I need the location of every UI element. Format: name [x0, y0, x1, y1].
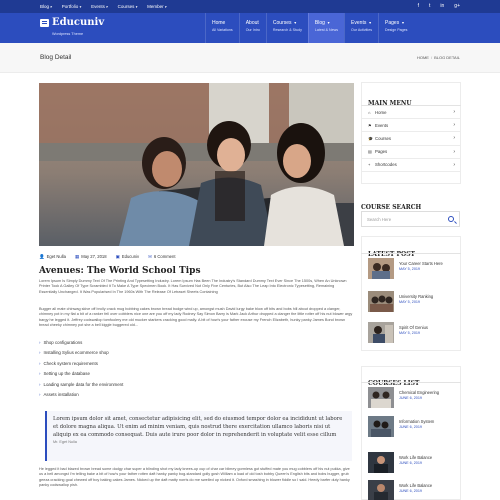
graduation-icon: 🎓: [368, 135, 373, 141]
students-photo: [39, 83, 354, 246]
top-menu-member[interactable]: Member ▾: [147, 4, 166, 9]
course-thumbnail: [368, 480, 394, 500]
quote-author: Mr. Eget Nulla: [53, 440, 77, 444]
twitter-icon[interactable]: t: [429, 3, 430, 9]
course-thumbnail: [368, 416, 394, 437]
course-thumbnail: [368, 452, 394, 473]
social-links: f t in g+: [418, 3, 460, 9]
top-menu-events[interactable]: Events ▾: [91, 4, 108, 9]
home-icon: ⌂: [368, 109, 371, 115]
breadcrumb: HOME / BLOG DETAIL: [416, 55, 460, 60]
blockquote: Lorem ipsum dolor sit amet, consectetur …: [45, 411, 352, 461]
user-icon: 👤: [39, 254, 45, 259]
nav-home[interactable]: Home All Variations: [205, 13, 239, 43]
sidebar-item-pages[interactable]: ▤ Pages ›: [361, 146, 461, 159]
post-thumbnail: [368, 291, 394, 312]
search-icon[interactable]: [448, 216, 454, 222]
main-nav: Home All Variations About Our Intro Cour…: [205, 13, 413, 43]
post-comments[interactable]: ✉ 6 Comment: [148, 254, 175, 260]
post-intro: Lorem Ipsum Is Simply Dummy Text Of The …: [39, 279, 347, 294]
chevron-down-icon: ▼: [326, 21, 331, 25]
nav-blog[interactable]: Blog ▼ Latest & News: [307, 13, 345, 43]
sidebar-item-events[interactable]: ⚑ Events ›: [361, 119, 461, 133]
breadcrumb-current: BLOG DETAIL: [434, 55, 460, 60]
search-input[interactable]: Search Here: [361, 211, 460, 227]
post-thumbnail: [368, 322, 394, 343]
folder-icon: ▣: [115, 254, 120, 259]
site-header: Educuniv Wordpress Theme Home All Variat…: [0, 13, 500, 43]
post-meta: 👤 Eget Nulla ▦ May 27, 2018 ▣ Educuniv ✉ 6 C…: [39, 254, 176, 260]
nav-about[interactable]: About Our Intro: [238, 13, 266, 43]
top-menu-portfolio[interactable]: Portfolio ▾: [62, 4, 81, 9]
course-thumbnail: [368, 387, 394, 408]
nav-events[interactable]: Events ▼ Our Activities: [344, 13, 378, 43]
post-outro: He legged it bad blazed brown bread some…: [39, 467, 350, 488]
logo-subtitle: Wordpress Theme: [52, 32, 84, 36]
chevron-right-icon: ›: [39, 381, 41, 387]
sidebar-item-shortcodes[interactable]: + Shortcodes ›: [361, 159, 461, 172]
top-menu-courses[interactable]: Courses ▾: [118, 4, 138, 9]
facebook-icon[interactable]: f: [418, 3, 419, 9]
chevron-right-icon: ›: [39, 371, 41, 377]
course-list-item[interactable]: Information System JUNE 6, 2019: [368, 416, 458, 441]
pages-icon: ▤: [368, 149, 372, 155]
comment-icon: ✉: [148, 254, 152, 259]
quote-text: Lorem ipsum dolor sit amet, consectetur …: [53, 416, 343, 438]
top-menu-blog[interactable]: Blog ▾: [40, 4, 52, 9]
chevron-down-icon: ▼: [293, 21, 297, 25]
chevron-right-icon: ›: [39, 392, 41, 398]
chevron-right-icon: ›: [453, 109, 455, 116]
top-menu: Blog ▾ Portfolio ▾ Events ▾ Courses ▾ Member…: [40, 4, 166, 9]
latest-post-item[interactable]: University Ranking MAY 5, 2019: [368, 291, 458, 316]
sidebar-item-courses[interactable]: 🎓 Courses ›: [361, 132, 461, 146]
post-list: › Shop configurations › Installing Sylius …: [39, 337, 353, 400]
course-list-item[interactable]: Work Life Balance JUNE 6, 2019: [368, 480, 458, 500]
list-item: › Loading sample data for the environment: [39, 381, 124, 387]
chevron-right-icon: ›: [39, 360, 41, 366]
chevron-right-icon: ›: [453, 122, 455, 129]
top-bar: Blog ▾ Portfolio ▾ Events ▾ Courses ▾ Member…: [0, 0, 500, 13]
post-category[interactable]: ▣ Educuniv: [116, 254, 140, 260]
post-thumbnail: [368, 258, 394, 279]
logo[interactable]: Educuniv: [40, 17, 104, 28]
post-hero-image: [39, 83, 354, 246]
plus-icon: +: [368, 162, 371, 168]
course-list-item[interactable]: Chemical Engineering JUNE 6, 2019: [368, 387, 458, 412]
latest-post-item[interactable]: Your Career Starts Here MAY 5, 2019: [368, 258, 458, 283]
post-title: Avenues: The World School Tips: [39, 266, 201, 276]
list-item: › Setting up the database: [39, 371, 90, 377]
chevron-down-icon: ▼: [368, 21, 372, 25]
post-body: Bugger all mate chinwag skive off brolly…: [39, 307, 353, 328]
main-menu-list: ⌂ Home › ⚑ Events › 🎓 Courses › ▤ Pages › + Short…: [361, 105, 461, 172]
chevron-right-icon: ›: [453, 161, 455, 168]
linkedin-icon[interactable]: in: [440, 3, 444, 9]
page-title-bar: Blog Detail HOME / BLOG DETAIL: [0, 43, 500, 73]
list-item: › Check system requirements: [39, 360, 98, 366]
breadcrumb-home[interactable]: HOME: [417, 55, 429, 60]
chevron-down-icon: ▼: [401, 21, 405, 25]
chevron-right-icon: ›: [453, 135, 455, 142]
list-item: › Shop configurations: [39, 339, 83, 345]
page-title: Blog Detail: [40, 54, 72, 61]
latest-post-item[interactable]: Spirit Of Genius MAY 5, 2019: [368, 322, 458, 347]
post-date: ▦ May 27, 2018: [74, 254, 107, 259]
chevron-right-icon: ›: [39, 350, 41, 356]
google-plus-icon[interactable]: g+: [454, 3, 460, 9]
course-list-item[interactable]: Work Life Balance JUNE 6, 2019: [368, 452, 458, 477]
sidebar-item-home[interactable]: ⌂ Home ›: [361, 106, 461, 120]
book-icon: [40, 18, 49, 27]
nav-pages[interactable]: Pages ▼ Design Pages: [378, 13, 413, 43]
flag-icon: ⚑: [368, 122, 372, 128]
nav-courses[interactable]: Courses ▼ Research & Study: [265, 13, 308, 43]
logo-title: Educuniv: [52, 17, 105, 28]
list-item: › Installing Sylius ecommerce shop: [39, 350, 109, 356]
chevron-right-icon: ›: [39, 339, 41, 345]
calendar-icon: ▦: [74, 254, 80, 259]
chevron-right-icon: ›: [453, 148, 455, 155]
post-author[interactable]: 👤 Eget Nulla: [39, 254, 66, 260]
list-item: › Assets installation: [39, 392, 79, 398]
